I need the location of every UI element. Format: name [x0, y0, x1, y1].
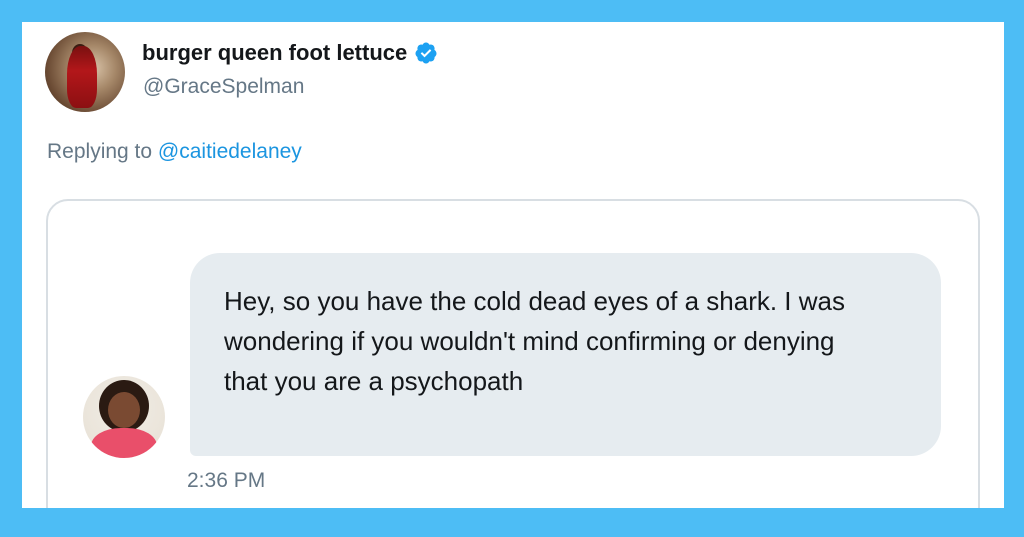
author-display-name-row: burger queen foot lettuce: [142, 40, 438, 66]
dm-message-bubble: Hey, so you have the cold dead eyes of a…: [190, 253, 941, 456]
dm-message-text: Hey, so you have the cold dead eyes of a…: [224, 286, 845, 396]
replying-to-line: Replying to @caitiedelaney: [47, 140, 302, 164]
replying-prefix: Replying to: [47, 140, 153, 163]
author-avatar[interactable]: [45, 32, 125, 112]
author-handle[interactable]: @GraceSpelman: [143, 75, 304, 99]
tweet-card: burger queen foot lettuce @GraceSpelman …: [22, 22, 1004, 508]
replying-to-mention[interactable]: @caitiedelaney: [158, 140, 302, 163]
dm-timestamp: 2:36 PM: [187, 469, 266, 492]
verified-badge-icon: [415, 42, 437, 64]
dm-sender-avatar: [83, 376, 165, 458]
dm-screenshot-attachment[interactable]: Hey, so you have the cold dead eyes of a…: [46, 199, 980, 508]
author-display-name[interactable]: burger queen foot lettuce: [142, 40, 407, 66]
